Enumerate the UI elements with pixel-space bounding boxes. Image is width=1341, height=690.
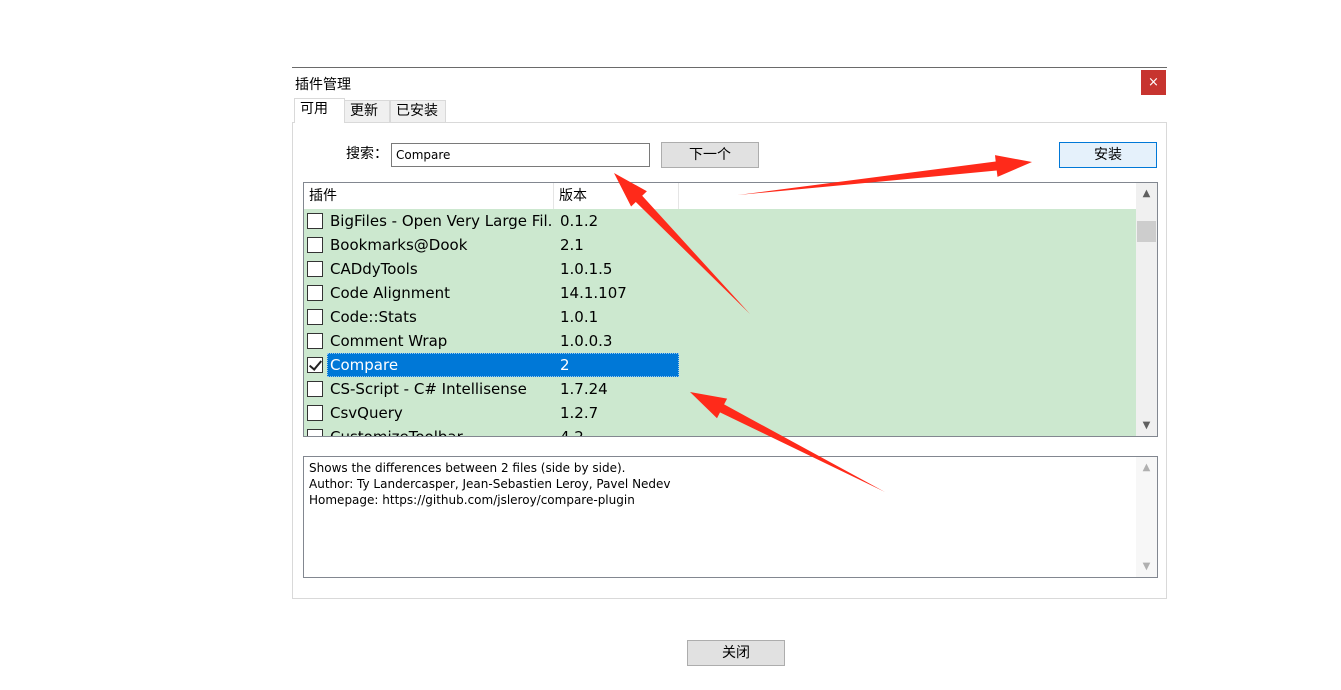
table-row[interactable]: Bookmarks@Dook 2.1 bbox=[304, 233, 1136, 257]
row-checkbox[interactable] bbox=[307, 429, 323, 436]
close-window-button[interactable]: × bbox=[1141, 70, 1166, 95]
row-checkbox[interactable] bbox=[307, 309, 323, 325]
plugin-name: CsvQuery bbox=[330, 404, 403, 422]
plugin-version: 1.0.1.5 bbox=[560, 260, 613, 278]
plugin-manager-dialog: 插件管理 × 可用 更新 已安装 搜索： Compare 下一个 安装 插件 版… bbox=[292, 67, 1167, 599]
plugin-name: Code::Stats bbox=[330, 308, 417, 326]
chevron-up-icon[interactable]: ▲ bbox=[1136, 459, 1157, 476]
plugin-name: CADdyTools bbox=[330, 260, 418, 278]
row-checkbox[interactable] bbox=[307, 285, 323, 301]
tab-panel: 搜索： Compare 下一个 安装 插件 版本 BigFiles - Open… bbox=[292, 122, 1167, 599]
title-divider bbox=[292, 67, 1167, 68]
close-button[interactable]: 关闭 bbox=[687, 640, 785, 666]
table-row[interactable]: CsvQuery 1.2.7 bbox=[304, 401, 1136, 425]
plugin-version: 1.0.1 bbox=[560, 308, 599, 326]
table-row[interactable]: CS-Script - C# Intellisense 1.7.24 bbox=[304, 377, 1136, 401]
table-row[interactable]: BigFiles - Open Very Large Fil... 0.1.2 bbox=[304, 209, 1136, 233]
plugin-rows: BigFiles - Open Very Large Fil... 0.1.2 Bo… bbox=[304, 209, 1136, 437]
list-header: 插件 版本 bbox=[304, 183, 1139, 209]
plugin-version: 1.0.0.3 bbox=[560, 332, 613, 350]
description-line: Homepage: https://github.com/jsleroy/com… bbox=[309, 493, 635, 507]
dialog-title: 插件管理 bbox=[295, 77, 351, 93]
install-button[interactable]: 安装 bbox=[1059, 142, 1157, 168]
plugin-version: 1.7.24 bbox=[560, 380, 608, 398]
table-row[interactable]: Code Alignment 14.1.107 bbox=[304, 281, 1136, 305]
plugin-name: CS-Script - C# Intellisense bbox=[330, 380, 527, 398]
plugin-version: 2 bbox=[560, 356, 570, 374]
row-checkbox[interactable] bbox=[307, 357, 323, 373]
plugin-version: 1.2.7 bbox=[560, 404, 599, 422]
chevron-down-icon[interactable]: ▼ bbox=[1136, 417, 1157, 434]
tab-updates[interactable]: 更新 bbox=[344, 100, 390, 122]
table-row[interactable]: Comment Wrap 1.0.0.3 bbox=[304, 329, 1136, 353]
row-checkbox[interactable] bbox=[307, 237, 323, 253]
plugin-version: 2.1 bbox=[560, 236, 584, 254]
plugin-description: Shows the differences between 2 files (s… bbox=[303, 456, 1158, 578]
find-next-button[interactable]: 下一个 bbox=[661, 142, 759, 168]
row-checkbox[interactable] bbox=[307, 213, 323, 229]
row-checkbox[interactable] bbox=[307, 405, 323, 421]
plugin-version: 4.2 bbox=[560, 428, 584, 437]
close-icon: × bbox=[1148, 75, 1159, 90]
plugin-list[interactable]: 插件 版本 BigFiles - Open Very Large Fil... 0… bbox=[303, 182, 1158, 437]
plugin-name: CustomizeToolbar bbox=[330, 428, 463, 437]
table-row[interactable]: CADdyTools 1.0.1.5 bbox=[304, 257, 1136, 281]
tab-available[interactable]: 可用 bbox=[294, 98, 345, 123]
plugin-name: Comment Wrap bbox=[330, 332, 448, 350]
chevron-up-icon[interactable]: ▲ bbox=[1136, 185, 1157, 202]
plugin-name: Bookmarks@Dook bbox=[330, 236, 468, 254]
plugin-name: Code Alignment bbox=[330, 284, 451, 302]
row-checkbox[interactable] bbox=[307, 333, 323, 349]
search-label: 搜索： bbox=[346, 146, 388, 162]
chevron-down-icon[interactable]: ▼ bbox=[1136, 558, 1157, 575]
plugin-name: Compare bbox=[330, 356, 399, 374]
column-header-plugin[interactable]: 插件 bbox=[304, 183, 554, 209]
table-row[interactable]: Code::Stats 1.0.1 bbox=[304, 305, 1136, 329]
row-checkbox[interactable] bbox=[307, 261, 323, 277]
plugin-version: 14.1.107 bbox=[560, 284, 627, 302]
plugin-name: BigFiles - Open Very Large Fil... bbox=[330, 212, 554, 230]
description-line: Author: Ty Landercasper, Jean-Sebastien … bbox=[309, 477, 671, 491]
column-header-version[interactable]: 版本 bbox=[554, 183, 679, 209]
row-checkbox[interactable] bbox=[307, 381, 323, 397]
table-row[interactable]: Compare 2 bbox=[304, 353, 1136, 377]
plugin-version: 0.1.2 bbox=[560, 212, 599, 230]
table-row[interactable]: CustomizeToolbar 4.2 bbox=[304, 425, 1136, 437]
description-scrollbar[interactable]: ▲ ▼ bbox=[1136, 457, 1157, 577]
scrollbar-thumb[interactable] bbox=[1137, 221, 1156, 242]
list-scrollbar[interactable]: ▲ ▼ bbox=[1136, 183, 1157, 436]
description-line: Shows the differences between 2 files (s… bbox=[309, 461, 626, 475]
search-input[interactable]: Compare bbox=[391, 143, 650, 167]
tab-installed[interactable]: 已安装 bbox=[390, 100, 446, 122]
